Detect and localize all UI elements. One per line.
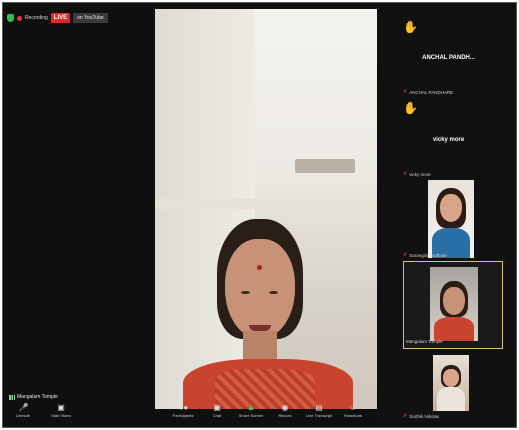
chat-button[interactable]: ▣ Chat (205, 403, 229, 418)
thumbnail-face (443, 369, 459, 387)
participant-video-thumbnail (430, 267, 478, 341)
active-speaker-video[interactable] (155, 9, 377, 409)
toolbar-left: 🎤 Unmute ▣ Start Video (11, 403, 73, 418)
raised-hand-icon: ✋ (403, 101, 418, 115)
transcript-icon: ▤ (315, 403, 323, 412)
participant-name: Sarthik Nikolas (409, 413, 440, 419)
chat-label: Chat (212, 413, 222, 418)
participant-tile-label[interactable]: ✗ vicky more (403, 171, 431, 177)
participant-video-thumbnail[interactable] (433, 355, 469, 411)
record-icon: ◉ (281, 403, 289, 412)
share-screen-button[interactable]: ▲ Share Screen (239, 403, 263, 418)
chat-icon: ▣ (213, 403, 221, 412)
thumbnail-clothing (434, 317, 474, 341)
video-icon: ▣ (57, 403, 65, 412)
participant-video-thumbnail[interactable] (428, 180, 474, 258)
background-cabinet (295, 159, 355, 173)
participants-button[interactable]: ●● Participants (171, 403, 195, 418)
recording-dot-icon (17, 15, 22, 21)
speaker-right-eye (269, 291, 278, 294)
mic-muted-icon: ✗ (403, 252, 408, 258)
background-wall (155, 9, 255, 409)
participant-name: vicky more (409, 171, 431, 177)
signal-icon (9, 394, 15, 400)
raised-hand-icon: ✋ (403, 20, 418, 34)
live-transcript-button[interactable]: ▤ Live Transcript (306, 403, 333, 418)
thumbnail-clothing (437, 387, 465, 411)
mic-muted-icon: ✗ (403, 171, 408, 177)
speaker-left-eye (241, 291, 250, 294)
participant-tile-label[interactable]: ✗ ANCHAL PANDHARE (403, 89, 453, 95)
mic-icon: 🎤 (18, 403, 29, 412)
tile-display-name: vicky more (432, 137, 465, 143)
record-button[interactable]: ◉ Record (273, 403, 297, 418)
participant-tile-label: Mangalam Tomple (406, 339, 443, 344)
participant-name: ANCHAL PANDHARE (409, 89, 454, 95)
participant-gallery: ✋ ANCHAL PANDH... ✗ ANCHAL PANDHARE ✋ vi… (381, 9, 516, 423)
thumbnail-face (440, 194, 462, 222)
reactions-icon: ☺ (348, 403, 358, 412)
recording-label: Recording (25, 15, 48, 21)
security-shield-icon[interactable] (7, 14, 14, 22)
share-screen-label: Share Screen (238, 413, 264, 418)
speaker-bindi (257, 265, 262, 270)
toolbar-center: ●● Participants ▣ Chat ▲ Share Screen ◉ … (171, 403, 365, 418)
participant-name: Sarangini Godbole (409, 252, 447, 258)
speaker-name-text: Mangalam Tomple (17, 394, 58, 400)
mic-muted-icon: ✗ (403, 89, 408, 95)
reactions-label: Reactions (344, 413, 362, 418)
participants-label: Participants (172, 413, 194, 418)
share-screen-icon: ▲ (247, 403, 255, 412)
youtube-stream-label[interactable]: on YouTube (73, 13, 108, 23)
active-speaker-tile[interactable]: Mangalam Tomple (403, 261, 503, 349)
participant-name: Mangalam Tomple (406, 339, 443, 344)
start-video-button[interactable]: ▣ Start Video (49, 403, 73, 418)
participant-tile-label[interactable]: ✗ Sarthik Nikolas (403, 413, 439, 419)
tile-display-name: ANCHAL PANDH... (422, 55, 475, 61)
background-shelf (155, 199, 377, 209)
unmute-label: Unmute (15, 413, 30, 418)
reactions-button[interactable]: ☺ Reactions (341, 403, 365, 418)
participants-icon: ●● (178, 403, 189, 412)
record-label: Record (278, 413, 292, 418)
recording-status-bar: Recording LIVE on YouTube (7, 11, 108, 25)
thumbnail-face (443, 287, 465, 315)
participant-tile-label[interactable]: ✗ Sarangini Godbole (403, 252, 446, 258)
mic-muted-icon: ✗ (403, 413, 408, 419)
speaker-face (225, 239, 295, 339)
unmute-button[interactable]: 🎤 Unmute (11, 403, 35, 418)
meeting-window: Recording LIVE on YouTube Mangalam Tompl… (2, 2, 517, 428)
speaker-name-label: Mangalam Tomple (9, 394, 58, 400)
start-video-label: Start Video (51, 413, 71, 418)
live-transcript-label: Live Transcript (306, 413, 333, 418)
live-badge[interactable]: LIVE (50, 13, 71, 23)
